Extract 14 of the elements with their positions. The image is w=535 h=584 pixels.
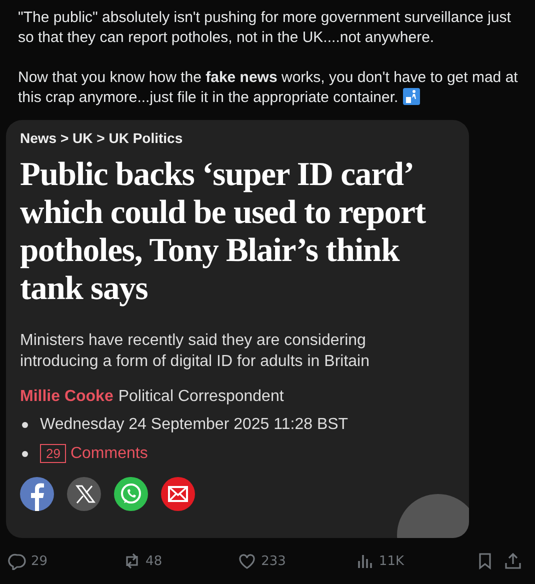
comment-count[interactable]: 29 (40, 444, 66, 463)
author-role: Political Correspondent (118, 388, 284, 406)
post-text: Now that you know how the fake news works, you don't have to get mad at this crap anymore...just file it in the appropriate container. (18, 68, 519, 108)
post-text: "The public" absolutely isn't pushing for more government surveillance just so that they can report potholes, not in the UK....not anywhere. (18, 8, 512, 48)
views-count-button[interactable]: 11K (356, 552, 404, 570)
publish-date: Wednesday 24 September 2025 11:28 BST (40, 416, 348, 434)
author-name[interactable]: Millie Cooke (20, 388, 114, 406)
headline: Public backs ‘super ID card’ which could be used to report potholes, Tony Blair’s think tank says (20, 156, 427, 308)
like-count-button[interactable]: 233 (238, 552, 286, 570)
comments-link[interactable]: Comments (70, 444, 148, 462)
repost-count-button[interactable]: 48 (122, 552, 162, 570)
standfirst: Ministers have recently said they are considering introducing a form of digital ID for adults in Britain (20, 331, 370, 372)
reply-count-button[interactable]: 29 (8, 552, 48, 570)
breadcrumb: News > UK > UK Politics (20, 130, 184, 146)
